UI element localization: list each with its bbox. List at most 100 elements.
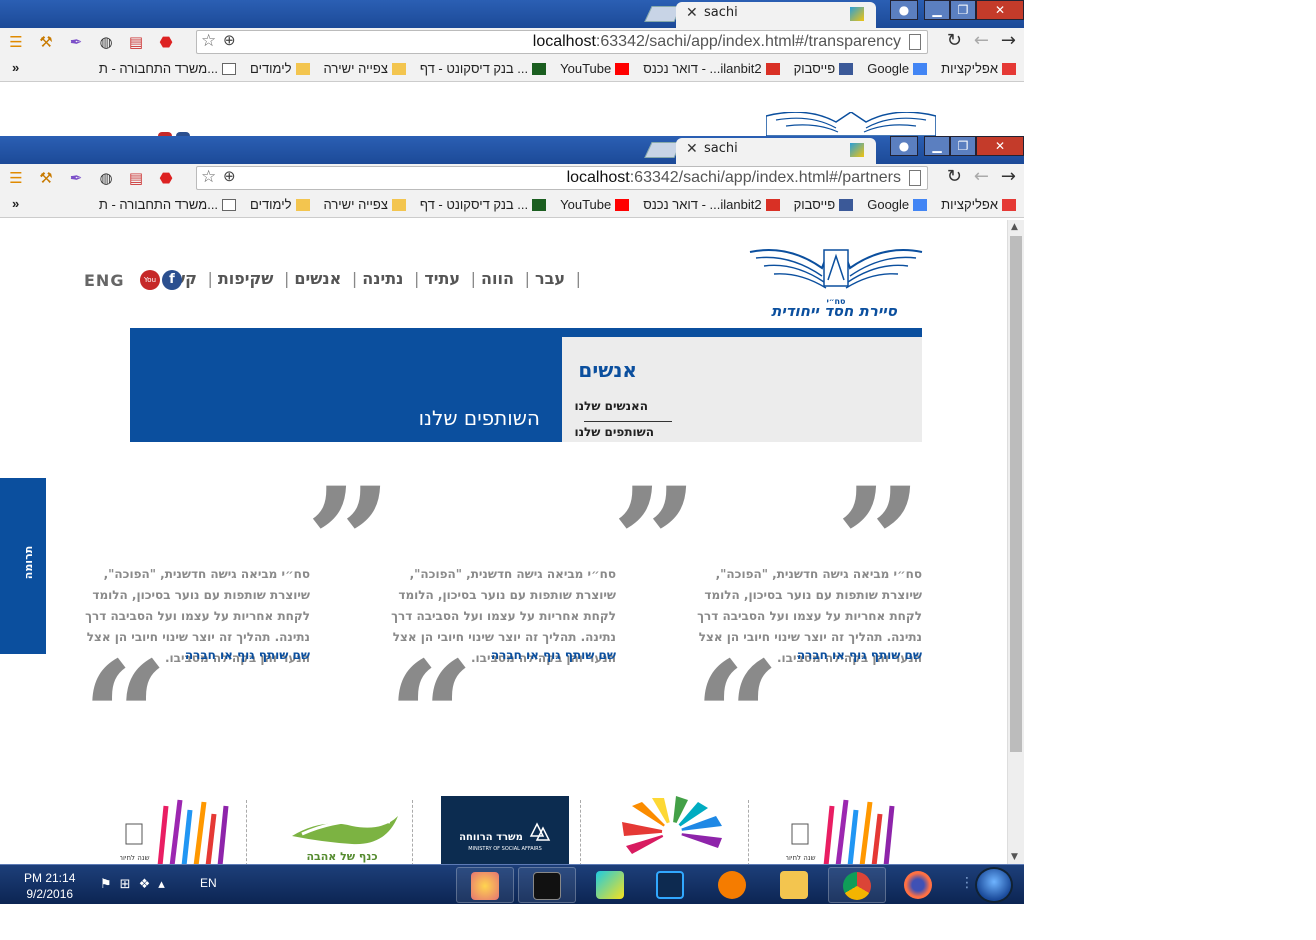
scrollbar-thumb[interactable]	[1010, 236, 1022, 752]
jerusalem-logo-2[interactable]: שנה לחיות	[786, 796, 912, 864]
back-icon[interactable]: ←	[974, 166, 989, 187]
quote-author-link[interactable]: שם שותף גוף או חברה	[491, 648, 616, 662]
bookmark-item[interactable]: דואר נכנס - ...ilanbit2	[643, 61, 780, 76]
extension-icon[interactable]: ⚒	[36, 168, 56, 188]
taskbar-paint[interactable]	[456, 867, 514, 903]
reload-icon[interactable]: ↻	[947, 30, 962, 51]
language-switch[interactable]: ENG	[84, 271, 124, 290]
donate-button[interactable]: תרומה	[0, 478, 46, 654]
language-indicator[interactable]: EN	[200, 876, 217, 890]
submenu-our-people[interactable]: האנשים שלנו	[575, 399, 649, 413]
nav-present[interactable]: הווה	[481, 269, 514, 288]
bookmark-item[interactable]: YouTube	[560, 61, 630, 76]
rainbow-hands-logo[interactable]	[606, 796, 738, 864]
zoom-icon[interactable]: ⊕	[223, 31, 236, 49]
feather-icon[interactable]: ✒	[66, 32, 86, 52]
adblock-icon[interactable]: ⬣	[156, 32, 176, 52]
bookmark-item[interactable]: לימודים	[250, 61, 310, 76]
bookmarks-more-button[interactable]: »	[12, 196, 19, 211]
nav-separator: |	[470, 269, 477, 288]
windows-flag-icon[interactable]: ⊞	[120, 877, 131, 892]
window2-bookmarks-bar: » אפליקציות Google פייסבוק דואר נכנס - ...i…	[0, 192, 1024, 218]
taskbar-firefox[interactable]	[890, 867, 948, 903]
adblock-icon[interactable]: ⬣	[156, 168, 176, 188]
quote-author-link[interactable]: שם שותף גוף או חברה	[797, 648, 922, 662]
window2-tab[interactable]: ✕ sachi	[676, 138, 876, 164]
feather-icon[interactable]: ✒	[66, 168, 86, 188]
user-icon[interactable]: ●	[890, 136, 918, 156]
bookmark-item[interactable]: משרד התחבורה - ת...	[99, 61, 237, 76]
address-bar[interactable]: ☆ ⊕ localhost:63342/sachi/app/index.html…	[196, 166, 928, 190]
bookmark-item[interactable]: לימודים	[250, 197, 310, 212]
nav-people[interactable]: אנשים	[294, 269, 341, 288]
bookmark-item[interactable]: דואר נכנס - ...ilanbit2	[643, 197, 780, 212]
bookmark-item[interactable]: אפליקציות	[941, 197, 1016, 212]
start-button[interactable]	[975, 867, 1013, 903]
scroll-up-icon[interactable]: ▲	[1011, 222, 1018, 232]
nav-giving[interactable]: נתינה	[362, 269, 403, 288]
address-bar[interactable]: ☆ ⊕ localhost:63342/sachi/app/index.html…	[196, 30, 928, 54]
reload-icon[interactable]: ↻	[947, 166, 962, 187]
scroll-down-icon[interactable]: ▼	[1011, 852, 1018, 862]
taskbar-webstorm[interactable]	[582, 867, 640, 903]
close-window-button[interactable]: ✕	[976, 136, 1024, 156]
extension-icon[interactable]: ▤	[126, 168, 146, 188]
bookmark-item[interactable]: Google	[867, 197, 928, 212]
menu-icon[interactable]: ☰	[6, 168, 26, 188]
quote-author-link[interactable]: שם שותף גוף או חברה	[185, 648, 310, 662]
taskbar-media-player[interactable]	[704, 867, 762, 903]
close-window-button[interactable]: ✕	[976, 0, 1024, 20]
globe-icon[interactable]: ◍	[96, 32, 116, 52]
bookmark-item[interactable]: משרד התחבורה - ת...	[99, 197, 237, 212]
bookmark-item[interactable]: פייסבוק	[794, 197, 854, 212]
forward-icon[interactable]: →	[1001, 166, 1016, 187]
bookmark-item[interactable]: צפייה ישירה	[324, 61, 406, 76]
dropbox-icon[interactable]: ❖	[139, 877, 151, 892]
bookmark-item[interactable]: בנק דיסקונט - דף ...	[420, 197, 547, 212]
taskbar-photoshop[interactable]	[642, 867, 700, 903]
clock[interactable]: PM 21:14 9/2/2016	[24, 870, 75, 902]
maximize-button[interactable]: ❐	[950, 0, 976, 20]
kanaf-logo[interactable]: כנף של אהבה	[282, 796, 406, 864]
globe-icon[interactable]: ◍	[96, 168, 116, 188]
bookmark-item[interactable]: Google	[867, 61, 928, 76]
nav-past[interactable]: עבר	[535, 269, 565, 288]
bookmark-item[interactable]: אפליקציות	[941, 61, 1016, 76]
minimize-button[interactable]: ▁	[924, 136, 950, 156]
taskbar-explorer[interactable]	[766, 867, 824, 903]
close-tab-icon[interactable]: ✕	[686, 141, 698, 157]
back-icon[interactable]: ←	[974, 30, 989, 51]
forward-icon[interactable]: →	[1001, 30, 1016, 51]
tray-expand-icon[interactable]: ▴	[158, 877, 165, 892]
user-icon[interactable]: ●	[890, 0, 918, 20]
close-tab-icon[interactable]: ✕	[686, 5, 698, 21]
extension-icon[interactable]: ⚒	[36, 32, 56, 52]
jerusalem-logo[interactable]: שנה לחיות	[120, 796, 246, 864]
bookmark-item[interactable]: YouTube	[560, 197, 630, 212]
tab-title: sachi	[704, 5, 738, 20]
facebook-icon[interactable]: f	[162, 270, 182, 290]
nav-transparency[interactable]: שקיפות	[218, 269, 274, 288]
ministry-logo[interactable]: משרד הרווחה MINISTRY OF SOCIAL AFFAIRS	[441, 796, 569, 864]
star-icon[interactable]: ☆	[201, 31, 216, 51]
scrollbar[interactable]: ▲ ▼	[1007, 220, 1024, 864]
taskbar-cmd[interactable]	[518, 867, 576, 903]
bookmark-item[interactable]: צפייה ישירה	[324, 197, 406, 212]
nav-future[interactable]: עתיד	[424, 269, 460, 288]
action-center-icon[interactable]: ⚑	[100, 877, 112, 892]
maximize-button[interactable]: ❐	[950, 136, 976, 156]
bookmarks-more-button[interactable]: »	[12, 60, 19, 75]
youtube-icon[interactable]: You	[140, 270, 160, 290]
zoom-icon[interactable]: ⊕	[223, 167, 236, 185]
extension-icon[interactable]: ▤	[126, 32, 146, 52]
taskbar-chrome[interactable]	[828, 867, 886, 903]
minimize-button[interactable]: ▁	[924, 0, 950, 20]
site-logo[interactable]: סח״י סיירת חסד ייחודית	[748, 246, 924, 318]
menu-icon[interactable]: ☰	[6, 32, 26, 52]
window1-tab[interactable]: ✕ sachi	[676, 2, 876, 28]
bookmark-item[interactable]: בנק דיסקונט - דף ...	[420, 61, 547, 76]
submenu-our-partners[interactable]: השותפים שלנו	[574, 425, 654, 439]
star-icon[interactable]: ☆	[201, 167, 216, 187]
page-icon	[909, 170, 921, 186]
bookmark-item[interactable]: פייסבוק	[794, 61, 854, 76]
